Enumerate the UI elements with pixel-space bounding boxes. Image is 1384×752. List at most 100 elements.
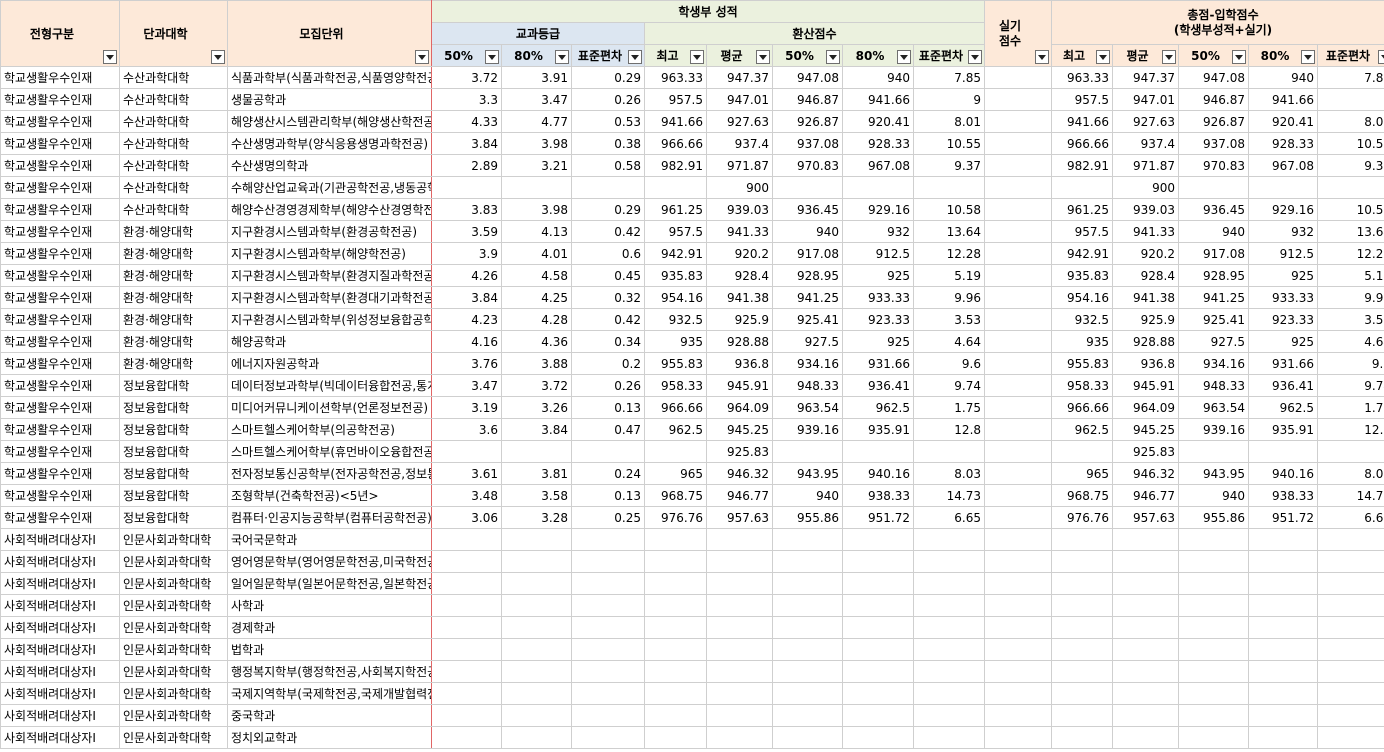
cell-total-std[interactable]: 8.01 bbox=[1317, 110, 1384, 133]
cell-conv-std[interactable] bbox=[912, 594, 986, 617]
cell-total-max[interactable] bbox=[1051, 594, 1114, 617]
cell-conv-80[interactable] bbox=[842, 616, 914, 639]
cell-conv-50[interactable] bbox=[772, 638, 843, 661]
cell-total-80[interactable] bbox=[1248, 616, 1319, 639]
cell-grade-50[interactable]: 3.76 bbox=[431, 352, 502, 375]
cell-total-std[interactable]: 9 bbox=[1317, 88, 1384, 111]
cell-conv-80[interactable]: 962.5 bbox=[842, 396, 914, 419]
cell-college[interactable]: 정보융합대학 bbox=[119, 484, 228, 507]
cell-grade-50[interactable]: 3.83 bbox=[431, 198, 502, 221]
cell-conv-80[interactable] bbox=[842, 660, 914, 683]
cell-grade-80[interactable]: 3.26 bbox=[501, 396, 572, 419]
cell-grade-50[interactable] bbox=[431, 572, 502, 595]
cell-total-80[interactable]: 932 bbox=[1248, 220, 1319, 243]
cell-conv-max[interactable] bbox=[644, 550, 707, 573]
cell-conv-std[interactable]: 1.75 bbox=[912, 396, 986, 419]
cell-total-50[interactable] bbox=[1178, 528, 1250, 551]
cell-practical[interactable] bbox=[984, 396, 1053, 419]
cell-total-80[interactable] bbox=[1248, 726, 1319, 749]
cell-total-max[interactable]: 982.91 bbox=[1051, 154, 1114, 177]
cell-conv-80[interactable] bbox=[842, 572, 914, 595]
table-row[interactable]: 학교생활우수인재 수산과학대학 식품과학부(식품과학전공,식품영양학전공) 3.72 3… bbox=[0, 66, 1384, 89]
cell-conv-max[interactable] bbox=[644, 660, 707, 683]
cell-conv-max[interactable]: 942.91 bbox=[644, 242, 707, 265]
cell-unit[interactable]: 지구환경시스템과학부(환경공학전공) bbox=[227, 220, 432, 243]
cell-total-50[interactable] bbox=[1178, 616, 1250, 639]
cell-grade-std[interactable]: 0.42 bbox=[571, 308, 645, 331]
cell-practical[interactable] bbox=[984, 682, 1053, 705]
filter-dropdown-icon[interactable] bbox=[103, 50, 117, 64]
cell-practical[interactable] bbox=[984, 506, 1053, 529]
cell-conv-avg[interactable]: 945.91 bbox=[706, 374, 773, 397]
cell-grade-80[interactable]: 3.28 bbox=[501, 506, 572, 529]
cell-grade-std[interactable]: 0.29 bbox=[571, 198, 645, 221]
table-row[interactable]: 사회적배려대상자Ⅰ 인문사회과학대학 국어국문학과 bbox=[0, 528, 1384, 551]
cell-grade-50[interactable]: 3.84 bbox=[431, 286, 502, 309]
cell-conv-avg[interactable] bbox=[706, 660, 773, 683]
cell-conv-80[interactable] bbox=[842, 704, 914, 727]
cell-total-avg[interactable] bbox=[1112, 594, 1180, 617]
cell-total-80[interactable] bbox=[1248, 660, 1319, 683]
cell-college[interactable]: 인문사회과학대학 bbox=[119, 682, 228, 705]
cell-total-avg[interactable]: 945.91 bbox=[1112, 374, 1180, 397]
cell-total-80[interactable]: 923.33 bbox=[1248, 308, 1319, 331]
cell-grade-50[interactable]: 3.9 bbox=[431, 242, 502, 265]
cell-grade-80[interactable]: 3.21 bbox=[501, 154, 572, 177]
cell-grade-50[interactable]: 3.47 bbox=[431, 374, 502, 397]
cell-unit[interactable]: 지구환경시스템과학부(환경지질과학전공) bbox=[227, 264, 432, 287]
cell-total-50[interactable] bbox=[1178, 638, 1250, 661]
cell-conv-std[interactable]: 5.19 bbox=[912, 264, 986, 287]
cell-college[interactable]: 인문사회과학대학 bbox=[119, 572, 228, 595]
cell-conv-avg[interactable]: 964.09 bbox=[706, 396, 773, 419]
cell-total-50[interactable] bbox=[1178, 726, 1250, 749]
cell-conv-80[interactable] bbox=[842, 440, 914, 463]
cell-unit[interactable]: 경제학과 bbox=[227, 616, 432, 639]
header-grade-80[interactable]: 80% bbox=[501, 44, 572, 67]
filter-dropdown-icon[interactable] bbox=[211, 50, 225, 64]
cell-total-std[interactable] bbox=[1317, 176, 1384, 199]
cell-grade-80[interactable] bbox=[501, 176, 572, 199]
cell-practical[interactable] bbox=[984, 594, 1053, 617]
cell-total-max[interactable]: 966.66 bbox=[1051, 132, 1114, 155]
cell-college[interactable]: 수산과학대학 bbox=[119, 176, 228, 199]
cell-practical[interactable] bbox=[984, 220, 1053, 243]
cell-total-std[interactable]: 9.37 bbox=[1317, 154, 1384, 177]
cell-admission-type[interactable]: 사회적배려대상자Ⅰ bbox=[0, 638, 120, 661]
cell-grade-80[interactable]: 3.98 bbox=[501, 198, 572, 221]
cell-admission-type[interactable]: 사회적배려대상자Ⅰ bbox=[0, 726, 120, 749]
cell-total-50[interactable]: 928.95 bbox=[1178, 264, 1250, 287]
cell-grade-80[interactable]: 4.77 bbox=[501, 110, 572, 133]
cell-college[interactable]: 환경·해양대학 bbox=[119, 286, 228, 309]
cell-total-max[interactable]: 941.66 bbox=[1051, 110, 1114, 133]
cell-college[interactable]: 인문사회과학대학 bbox=[119, 616, 228, 639]
cell-total-80[interactable]: 925 bbox=[1248, 330, 1319, 353]
cell-conv-80[interactable]: 940 bbox=[842, 66, 914, 89]
cell-grade-50[interactable] bbox=[431, 176, 502, 199]
cell-unit[interactable]: 행정복지학부(행정학전공,사회복지학전공) bbox=[227, 660, 432, 683]
cell-total-avg[interactable] bbox=[1112, 616, 1180, 639]
cell-admission-type[interactable]: 학교생활우수인재 bbox=[0, 396, 120, 419]
cell-total-std[interactable] bbox=[1317, 660, 1384, 683]
table-row[interactable]: 학교생활우수인재 환경·해양대학 지구환경시스템과학부(환경대기과학전공) 3.84 4… bbox=[0, 286, 1384, 309]
cell-conv-std[interactable] bbox=[912, 704, 986, 727]
cell-total-50[interactable]: 955.86 bbox=[1178, 506, 1250, 529]
cell-total-max[interactable] bbox=[1051, 704, 1114, 727]
cell-conv-std[interactable]: 9.74 bbox=[912, 374, 986, 397]
cell-total-avg[interactable] bbox=[1112, 638, 1180, 661]
table-row[interactable]: 사회적배려대상자Ⅰ 인문사회과학대학 중국학과 bbox=[0, 704, 1384, 727]
cell-grade-50[interactable]: 3.72 bbox=[431, 66, 502, 89]
cell-total-80[interactable] bbox=[1248, 572, 1319, 595]
cell-total-max[interactable]: 935 bbox=[1051, 330, 1114, 353]
cell-total-std[interactable] bbox=[1317, 440, 1384, 463]
cell-conv-std[interactable]: 6.65 bbox=[912, 506, 986, 529]
cell-total-avg[interactable]: 946.32 bbox=[1112, 462, 1180, 485]
cell-total-max[interactable] bbox=[1051, 528, 1114, 551]
cell-total-max[interactable]: 935.83 bbox=[1051, 264, 1114, 287]
cell-admission-type[interactable]: 사회적배려대상자Ⅰ bbox=[0, 572, 120, 595]
cell-total-std[interactable]: 4.64 bbox=[1317, 330, 1384, 353]
table-row[interactable]: 학교생활우수인재 수산과학대학 수산생명과학부(양식응용생명과학전공) 3.84 3.9… bbox=[0, 132, 1384, 155]
cell-grade-80[interactable] bbox=[501, 572, 572, 595]
cell-conv-max[interactable]: 941.66 bbox=[644, 110, 707, 133]
cell-conv-max[interactable] bbox=[644, 704, 707, 727]
cell-grade-80[interactable] bbox=[501, 726, 572, 749]
